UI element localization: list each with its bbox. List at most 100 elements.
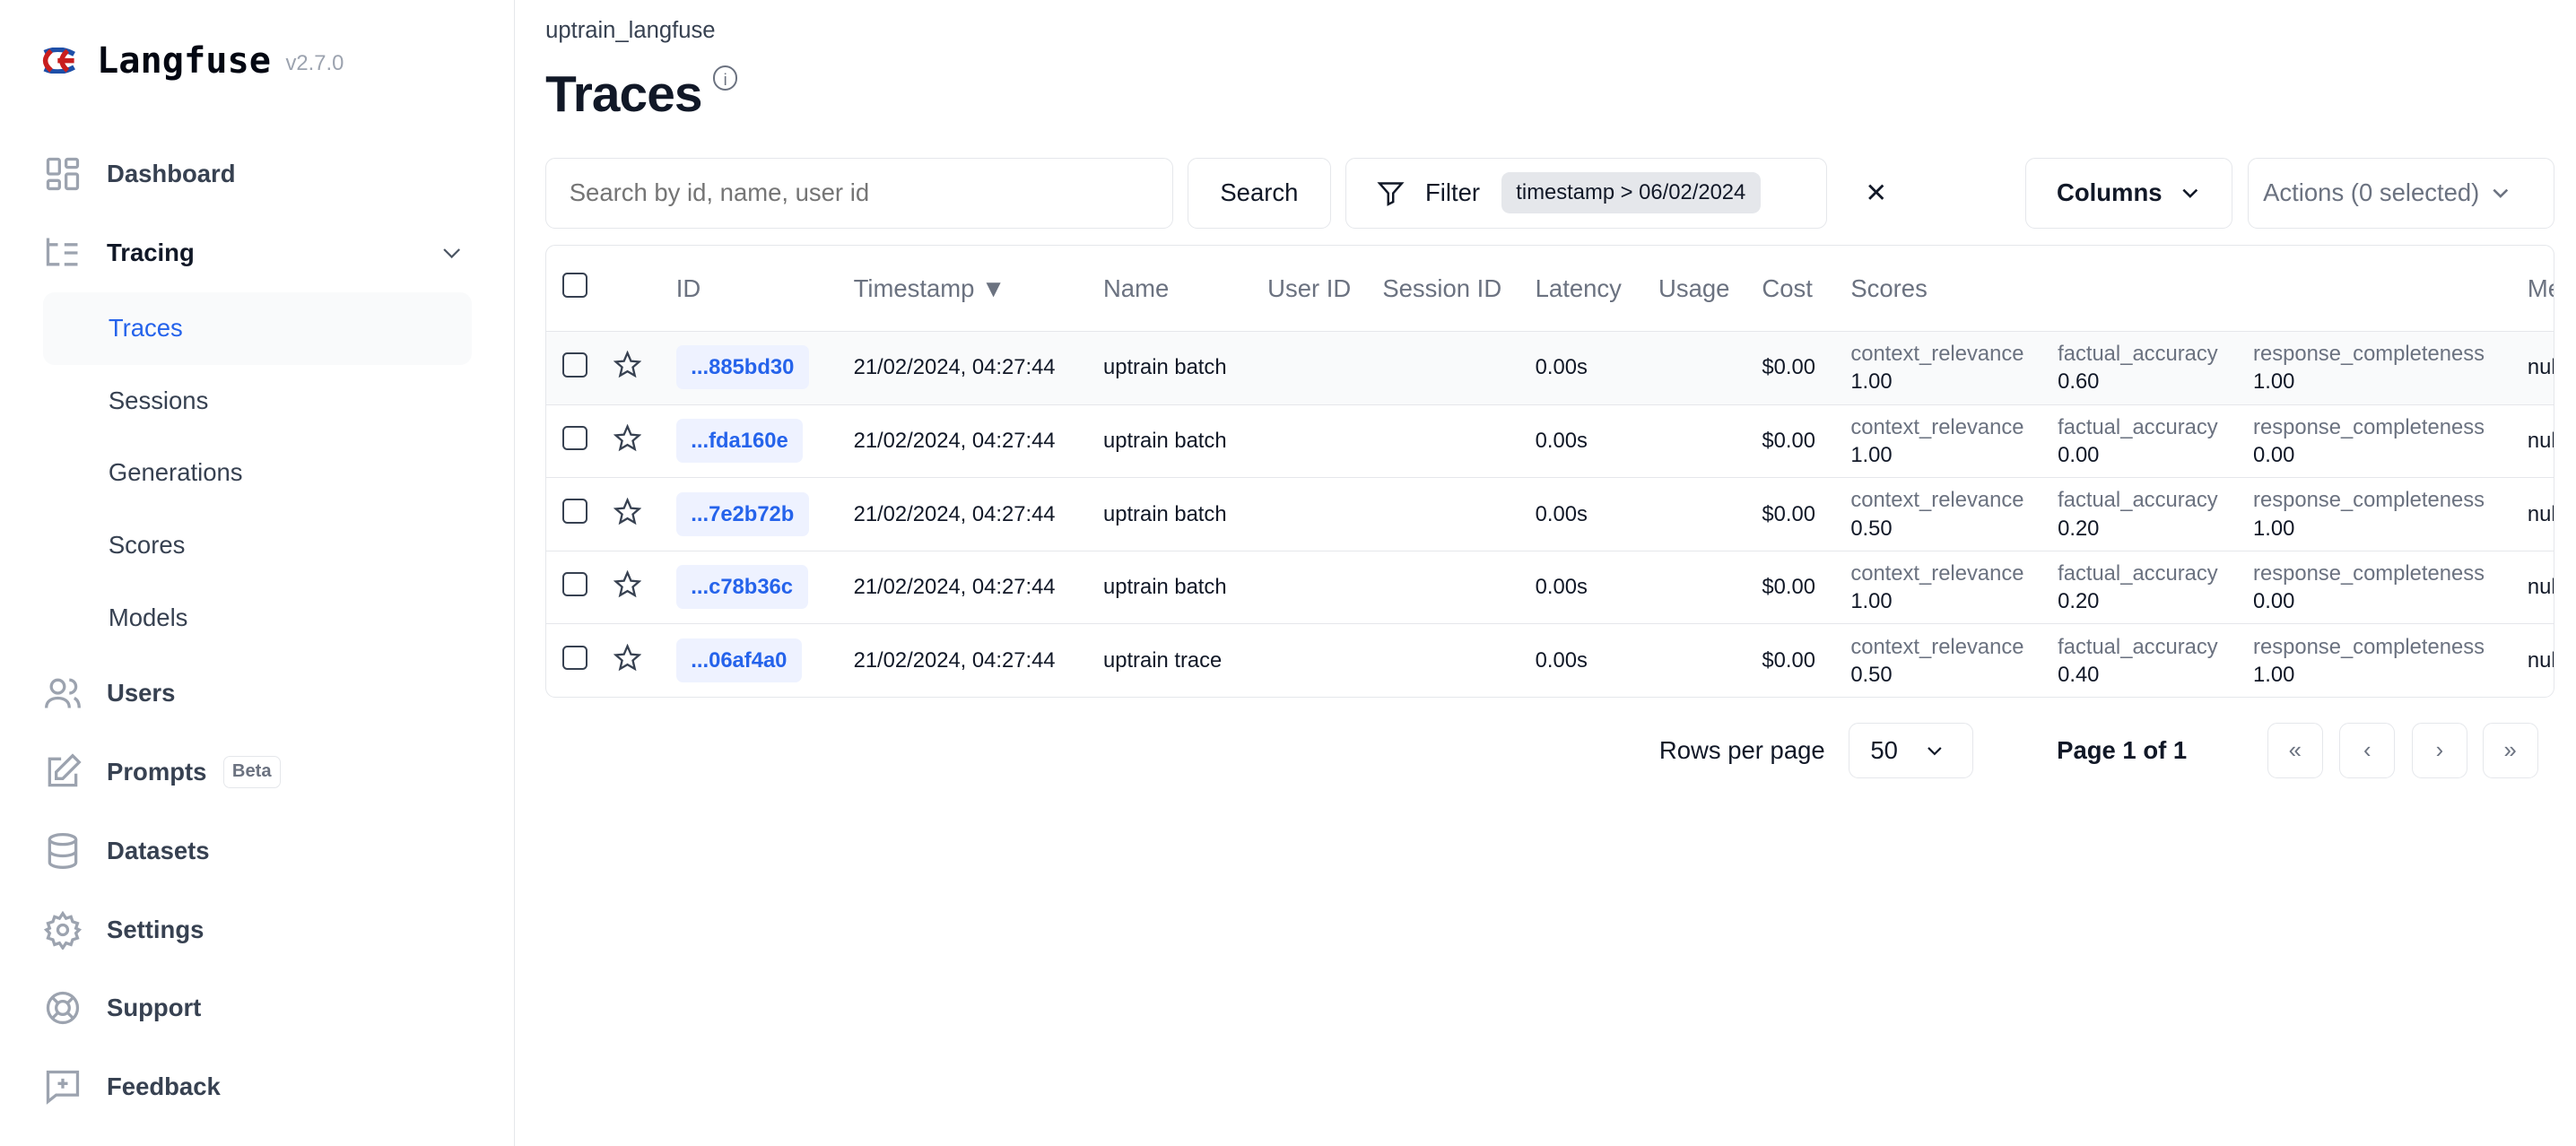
timestamp-cell: 21/02/2024, 04:27:44 — [853, 332, 1103, 405]
table-row[interactable]: ...fda160e 21/02/2024, 04:27:44 uptrain … — [546, 405, 2554, 479]
next-page-button[interactable]: › — [2411, 722, 2468, 779]
metadata-cell: null — [2527, 647, 2554, 673]
score-value: 1.00 — [2253, 662, 2295, 687]
row-checkbox[interactable] — [562, 499, 587, 524]
sidebar-item-label: Settings — [107, 915, 205, 943]
score-name: response_completeness — [2253, 342, 2485, 367]
trace-id-link[interactable]: ...885bd30 — [675, 345, 809, 390]
column-header-user-id[interactable]: User ID — [1267, 246, 1383, 333]
sidebar-item-tracing[interactable]: Tracing — [43, 213, 472, 292]
score-item: response_completeness 1.00 — [2253, 486, 2516, 542]
score-name: context_relevance — [1850, 414, 2024, 439]
name-cell: uptrain batch — [1102, 405, 1268, 479]
table-row[interactable]: ...7e2b72b 21/02/2024, 04:27:44 uptrain … — [546, 478, 2554, 551]
actions-button[interactable]: Actions (0 selected) — [2247, 157, 2555, 229]
star-icon[interactable] — [614, 497, 642, 525]
row-checkbox[interactable] — [562, 425, 587, 451]
chevron-down-icon — [2493, 189, 2509, 199]
column-header-id[interactable]: ID — [675, 246, 854, 333]
columns-label: Columns — [2057, 178, 2163, 207]
score-value: 1.00 — [1850, 369, 1893, 395]
filter-icon — [1377, 181, 1405, 206]
info-icon[interactable]: i — [712, 65, 738, 91]
prev-page-button[interactable]: ‹ — [2339, 722, 2396, 779]
select-all-checkbox[interactable] — [562, 273, 587, 298]
gear-icon — [43, 910, 82, 950]
cost-cell: $0.00 — [1762, 478, 1851, 551]
column-header-session-id[interactable]: Session ID — [1382, 246, 1536, 333]
column-header-scores[interactable]: Scores — [1850, 246, 2528, 333]
score-value: 1.00 — [2253, 516, 2295, 541]
sidebar-item-scores[interactable]: Scores — [43, 509, 472, 582]
sidebar-item-traces[interactable]: Traces — [42, 292, 472, 365]
app-version: v2.7.0 — [285, 51, 344, 76]
sidebar-nav: Dashboard Tracing Traces Sessions Genera… — [42, 135, 472, 1126]
score-name: factual_accuracy — [2058, 488, 2218, 513]
user-id-cell — [1267, 332, 1383, 405]
cost-cell: $0.00 — [1762, 332, 1851, 405]
search-button[interactable]: Search — [1188, 157, 1331, 229]
timestamp-cell: 21/02/2024, 04:27:44 — [853, 551, 1103, 625]
sidebar-item-settings[interactable]: Settings — [43, 890, 472, 969]
score-name: context_relevance — [1850, 342, 2024, 367]
star-icon[interactable] — [614, 643, 642, 672]
trace-id-link[interactable]: ...c78b36c — [675, 565, 808, 610]
search-input[interactable] — [545, 157, 1173, 229]
trace-id-link[interactable]: ...06af4a0 — [675, 638, 802, 682]
star-icon[interactable] — [614, 569, 642, 598]
users-icon — [44, 678, 81, 708]
score-name: context_relevance — [1850, 561, 2024, 586]
feedback-icon — [46, 1071, 79, 1106]
score-item: response_completeness 0.00 — [2253, 413, 2516, 469]
dashboard-icon — [46, 158, 79, 191]
column-header-usage[interactable]: Usage — [1658, 246, 1762, 333]
row-checkbox[interactable] — [562, 571, 587, 597]
usage-cell — [1658, 332, 1762, 405]
sidebar-item-users[interactable]: Users — [43, 654, 472, 733]
star-icon[interactable] — [614, 423, 642, 452]
score-value: 0.00 — [2253, 589, 2295, 614]
sidebar-item-prompts[interactable]: Prompts Beta — [43, 733, 472, 812]
table-row[interactable]: ...c78b36c 21/02/2024, 04:27:44 uptrain … — [546, 551, 2554, 625]
langfuse-logo-icon — [42, 47, 75, 74]
sidebar-item-support[interactable]: Support — [43, 969, 472, 1048]
clear-filter-button[interactable]: ✕ — [1851, 158, 1901, 229]
column-header-cost[interactable]: Cost — [1762, 246, 1851, 333]
timestamp-cell: 21/02/2024, 04:27:44 — [853, 405, 1103, 479]
score-item: context_relevance 1.00 — [1850, 413, 2058, 469]
row-checkbox[interactable] — [562, 352, 587, 378]
sidebar: Langfuse v2.7.0 Dashboard Tracing Traces… — [0, 0, 516, 1146]
table-row[interactable]: ...885bd30 21/02/2024, 04:27:44 uptrain … — [546, 332, 2554, 405]
latency-cell: 0.00s — [1535, 647, 1588, 673]
metadata-cell: null — [2527, 478, 2554, 551]
column-header-name[interactable]: Name — [1102, 246, 1268, 333]
page-title: Traces — [545, 66, 702, 124]
column-header-timestamp[interactable]: Timestamp ▼ — [853, 246, 1103, 333]
score-value: 0.60 — [2058, 369, 2100, 395]
last-page-button[interactable]: » — [2482, 722, 2538, 779]
breadcrumb[interactable]: uptrain_langfuse — [545, 18, 716, 44]
rows-per-page-select[interactable]: 50 — [1848, 722, 1973, 779]
filter-button[interactable]: Filter timestamp > 06/02/2024 — [1345, 157, 1827, 229]
sidebar-item-models[interactable]: Models — [43, 581, 472, 654]
trace-id-link[interactable]: ...fda160e — [675, 419, 804, 463]
timestamp-cell: 21/02/2024, 04:27:44 — [853, 647, 1056, 673]
sidebar-item-feedback[interactable]: Feedback — [43, 1047, 472, 1126]
column-header-metadata[interactable]: Metadata — [2527, 246, 2554, 333]
trace-id-link[interactable]: ...7e2b72b — [675, 491, 809, 536]
column-header-latency[interactable]: Latency — [1535, 246, 1659, 333]
sidebar-item-datasets[interactable]: Datasets — [43, 812, 472, 890]
score-item: factual_accuracy 0.20 — [2058, 560, 2253, 615]
user-id-cell — [1267, 478, 1383, 551]
table-row[interactable]: ...06af4a0 21/02/2024, 04:27:44 uptrain … — [546, 624, 2554, 697]
row-checkbox[interactable] — [562, 645, 587, 670]
filter-chip[interactable]: timestamp > 06/02/2024 — [1501, 172, 1761, 214]
star-icon[interactable] — [614, 350, 642, 378]
logo[interactable]: Langfuse v2.7.0 — [41, 39, 344, 82]
columns-button[interactable]: Columns — [2025, 157, 2233, 229]
sidebar-item-dashboard[interactable]: Dashboard — [43, 135, 472, 213]
first-page-button[interactable]: « — [2267, 722, 2323, 779]
sidebar-item-generations[interactable]: Generations — [43, 437, 472, 509]
score-item: factual_accuracy 0.00 — [2058, 413, 2253, 469]
sidebar-item-sessions[interactable]: Sessions — [43, 365, 472, 438]
